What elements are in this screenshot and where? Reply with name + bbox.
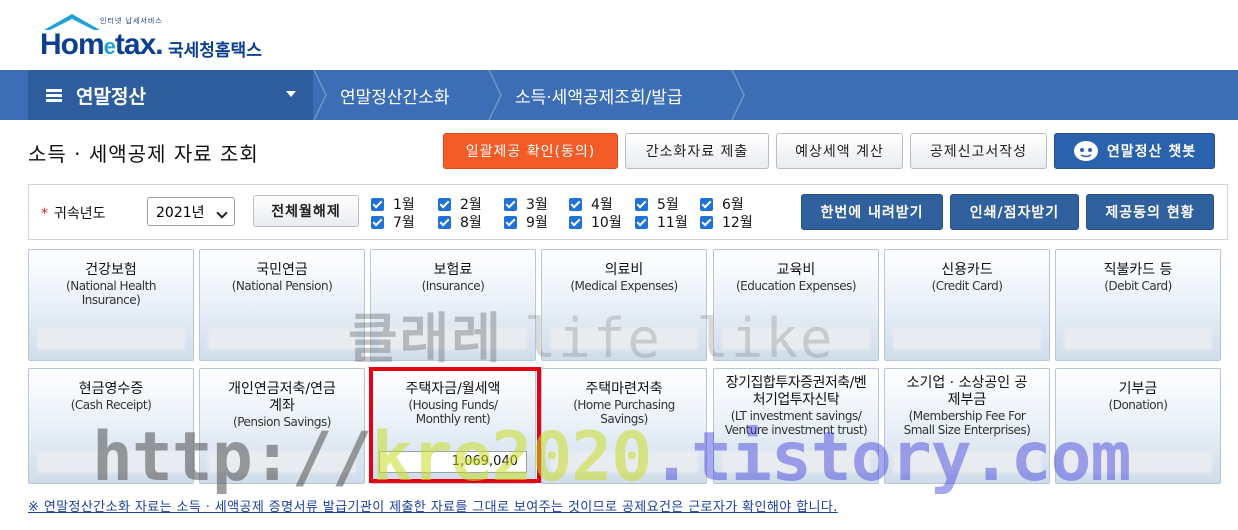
watermark-top: 클래레 life like xyxy=(348,307,835,370)
tile-health-insurance[interactable]: 건강보험 (National Health Insurance) xyxy=(28,249,194,361)
month-checkbox-5[interactable]: 5월 xyxy=(635,196,679,213)
checkbox-checked-icon[interactable] xyxy=(504,197,517,211)
tile-amount-blurred xyxy=(208,328,356,350)
checkbox-checked-icon[interactable] xyxy=(438,215,451,229)
checkbox-checked-icon[interactable] xyxy=(504,215,517,229)
tile-label: 신용카드 xyxy=(941,262,993,278)
tile-label: 현금영수증 xyxy=(78,381,144,397)
tile-label: 직불카드 등 xyxy=(1103,262,1173,278)
download-all-button[interactable]: 한번에 내려받기 xyxy=(801,194,943,230)
clear-all-months-button[interactable]: 전체월해제 xyxy=(253,195,359,227)
checkbox-checked-icon[interactable] xyxy=(635,197,648,211)
month-checkbox-4[interactable]: 4월 xyxy=(569,196,613,213)
checkbox-checked-icon[interactable] xyxy=(569,215,582,229)
nav-home-menu[interactable]: 연말정산 xyxy=(28,70,313,120)
tile-label: 소기업 · 소상공인 공제부금 xyxy=(906,375,1028,408)
chatbot-button[interactable]: 연말정산 챗봇 xyxy=(1054,133,1215,169)
tile-debit-card[interactable]: 직불카드 등 (Debit Card) xyxy=(1055,249,1221,361)
logo-brand: Hometax. xyxy=(40,28,164,61)
tile-amount-blurred xyxy=(1064,328,1212,350)
estimate-tax-button[interactable]: 예상세액 계산 xyxy=(776,133,903,169)
tile-label: 주택마련저축 xyxy=(585,381,663,397)
submit-simplified-button[interactable]: 간소화자료 제출 xyxy=(625,133,769,169)
breadcrumb-deduction-inquiry[interactable]: 소득·세액공제조회/발급 xyxy=(515,70,683,120)
tile-label-en: (Cash Receipt) xyxy=(70,398,152,412)
month-checkbox-10[interactable]: 10월 xyxy=(569,214,622,231)
tile-label-en: (Education Expenses) xyxy=(735,279,857,293)
checkbox-checked-icon[interactable] xyxy=(700,197,713,211)
month-checkbox-6[interactable]: 6월 xyxy=(700,196,744,213)
tile-label-en: (National Health Insurance) xyxy=(66,279,156,307)
hometax-logo[interactable]: 인터넷 납세서비스 Hometax. 국세청홈택스 xyxy=(38,10,278,62)
breadcrumb-yearend-simplified[interactable]: 연말정산간소화 xyxy=(340,70,449,120)
notice-text: ※ 연말정산간소화 자료는 소득 · 세액공제 증명서류 발급기관이 제출한 자… xyxy=(28,500,838,515)
tile-label-en: (Credit Card) xyxy=(931,279,1003,293)
checkbox-checked-icon[interactable] xyxy=(569,197,582,211)
filter-bar: * 귀속년도 2021년 전체월해제 1월 2월 3월 4월 5월 6월 7월 8… xyxy=(28,184,1228,240)
month-checkbox-12[interactable]: 12월 xyxy=(700,214,753,231)
month-checkbox-9[interactable]: 9월 xyxy=(504,214,548,231)
breadcrumb-separator-icon xyxy=(488,70,502,120)
year-select[interactable]: 2021년 xyxy=(147,197,235,226)
month-checkbox-2[interactable]: 2월 xyxy=(438,196,482,213)
page-title: 소득 · 세액공제 자료 조회 xyxy=(28,142,259,166)
chevron-down-icon xyxy=(216,207,228,219)
month-checkbox-3[interactable]: 3월 xyxy=(504,196,548,213)
deduction-form-button[interactable]: 공제신고서작성 xyxy=(910,133,1047,169)
nav-home-label: 연말정산 xyxy=(76,85,146,108)
tile-label: 건강보험 xyxy=(85,262,137,278)
checkbox-checked-icon[interactable] xyxy=(635,215,648,229)
tile-label: 주택자금/월세액 xyxy=(405,381,501,397)
consent-status-button[interactable]: 제공동의 현황 xyxy=(1086,194,1214,230)
tile-label: 보험료 xyxy=(433,262,473,278)
checkbox-checked-icon[interactable] xyxy=(371,215,384,229)
tile-national-pension[interactable]: 국민연금 (National Pension) xyxy=(199,249,365,361)
month-checkbox-1[interactable]: 1월 xyxy=(371,196,415,213)
tile-credit-card[interactable]: 신용카드 (Credit Card) xyxy=(884,249,1050,361)
nav-bar: 연말정산 연말정산간소화 소득·세액공제조회/발급 xyxy=(0,70,1238,120)
checkbox-checked-icon[interactable] xyxy=(438,197,451,211)
page: 인터넷 납세서비스 Hometax. 국세청홈택스 연말정산 연말정산간소화 소… xyxy=(0,0,1238,530)
tile-label-en: (Medical Expenses) xyxy=(570,279,678,293)
consent-button[interactable]: 일괄제공 확인(동의) xyxy=(443,133,618,169)
print-braille-button[interactable]: 인쇄/점자받기 xyxy=(950,194,1079,230)
tile-label: 의료비 xyxy=(604,262,644,278)
tile-label-en: (Insurance) xyxy=(421,279,485,293)
tile-label: 교육비 xyxy=(776,262,816,278)
year-label: * 귀속년도 xyxy=(41,206,106,222)
hamburger-icon[interactable] xyxy=(46,87,62,104)
tile-label: 국민연금 xyxy=(256,262,308,278)
chatbot-label: 연말정산 챗봇 xyxy=(1106,144,1197,160)
logo-korean: 국세청홈택스 xyxy=(168,41,262,61)
breadcrumb-separator-icon xyxy=(313,70,327,120)
tile-label: 기부금 xyxy=(1118,381,1158,397)
checkbox-checked-icon[interactable] xyxy=(371,197,384,211)
breadcrumb-separator-icon xyxy=(731,70,745,120)
caret-down-icon[interactable] xyxy=(286,91,296,97)
logo-subtitle: 인터넷 납세서비스 xyxy=(100,17,163,25)
tile-label-en: (Donation) xyxy=(1108,398,1168,412)
tile-label-en: (National Pension) xyxy=(231,279,333,293)
chatbot-icon xyxy=(1073,141,1098,161)
tile-label: 장기집합투자증권저축/벤처기업투자신탁 xyxy=(725,375,867,408)
tile-label-en: (Debit Card) xyxy=(1104,279,1172,293)
month-checkbox-8[interactable]: 8월 xyxy=(438,214,482,231)
month-checkbox-11[interactable]: 11월 xyxy=(635,214,688,231)
tile-amount-blurred xyxy=(37,328,185,350)
watermark-url: http://kre2020.tistory.com xyxy=(92,418,1131,497)
tile-label: 개인연금저축/연금계좌 xyxy=(228,381,336,414)
month-checkbox-7[interactable]: 7월 xyxy=(371,214,415,231)
checkbox-checked-icon[interactable] xyxy=(700,215,713,229)
tile-amount-blurred xyxy=(893,328,1041,350)
